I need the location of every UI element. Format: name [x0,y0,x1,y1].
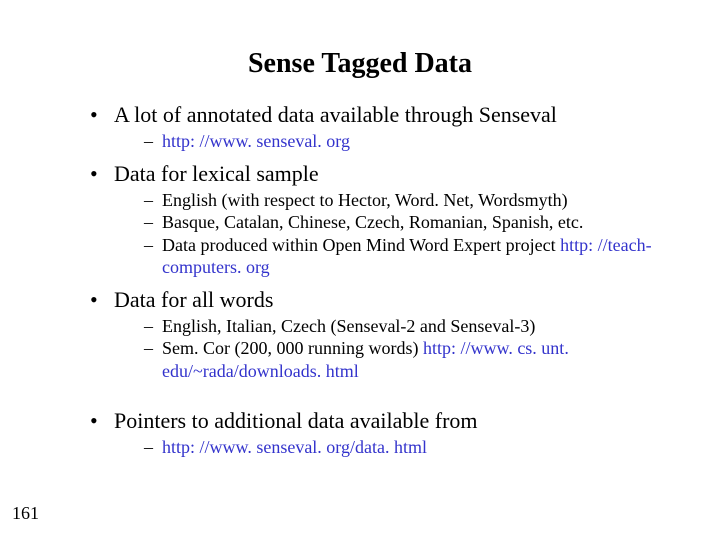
bullet-text: Data for all words [114,287,273,312]
sub-item: http: //www. senseval. org [144,130,670,153]
sub-item: English (with respect to Hector, Word. N… [144,189,670,212]
slide-title: Sense Tagged Data [50,48,670,80]
bullet-text: Data for lexical sample [114,161,319,186]
sub-text-pre: Sem. Cor (200, 000 running words) [162,338,423,358]
sub-item: Sem. Cor (200, 000 running words) http: … [144,337,670,382]
bullet-list: Pointers to additional data available fr… [50,408,670,459]
link-text[interactable]: http: //www. senseval. org/data. html [162,437,427,457]
sub-item: Basque, Catalan, Chinese, Czech, Romania… [144,211,670,234]
link-text[interactable]: http: //www. senseval. org [162,131,350,151]
sub-item: English, Italian, Czech (Senseval-2 and … [144,315,670,338]
bullet-item: A lot of annotated data available throug… [90,102,670,153]
sub-text-pre: Basque, Catalan, Chinese, Czech, Romania… [162,212,583,232]
bullet-text: A lot of annotated data available throug… [114,102,557,127]
bullet-list: A lot of annotated data available throug… [50,102,670,382]
sub-text-pre: English, Italian, Czech (Senseval-2 and … [162,316,535,336]
sub-item: Data produced within Open Mind Word Expe… [144,234,670,279]
sub-text-pre: English (with respect to Hector, Word. N… [162,190,568,210]
spacer [50,390,670,408]
sub-list: http: //www. senseval. org [114,130,670,153]
sub-list: English, Italian, Czech (Senseval-2 and … [114,315,670,383]
sub-item: http: //www. senseval. org/data. html [144,436,670,459]
bullet-item: Data for lexical sample English (with re… [90,161,670,279]
slide: Sense Tagged Data A lot of annotated dat… [0,0,720,540]
sub-list: http: //www. senseval. org/data. html [114,436,670,459]
sub-text-pre: Data produced within Open Mind Word Expe… [162,235,560,255]
bullet-item: Pointers to additional data available fr… [90,408,670,459]
bullet-text: Pointers to additional data available fr… [114,408,478,433]
bullet-item: Data for all words English, Italian, Cze… [90,287,670,383]
sub-list: English (with respect to Hector, Word. N… [114,189,670,279]
page-number: 161 [12,503,39,524]
